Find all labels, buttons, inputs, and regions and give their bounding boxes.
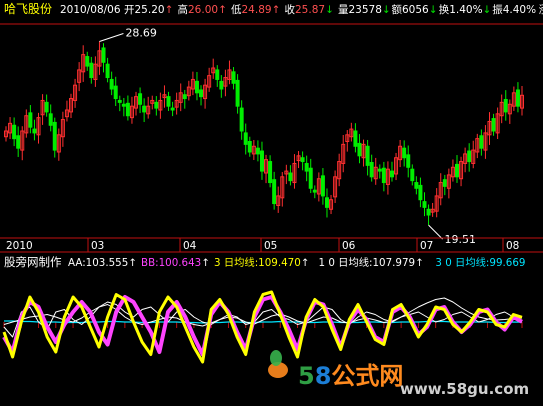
candle-body bbox=[113, 85, 118, 100]
candle-body bbox=[125, 102, 130, 117]
candle-body bbox=[170, 107, 175, 111]
candle-body bbox=[414, 182, 419, 189]
candle-body bbox=[402, 147, 407, 159]
time-axis-label-5: 07 bbox=[420, 240, 433, 252]
candle-body bbox=[365, 145, 370, 166]
quote-stat-2: 低24.89↑ bbox=[231, 3, 280, 16]
candle-body bbox=[138, 93, 143, 105]
candle-body bbox=[239, 107, 244, 132]
candle-body bbox=[142, 105, 147, 113]
time-axis-label-3: 05 bbox=[264, 240, 277, 252]
candle-body bbox=[44, 101, 49, 113]
candle-body bbox=[353, 130, 358, 147]
candle-body bbox=[215, 69, 220, 80]
candle-body bbox=[467, 150, 472, 163]
candle-body bbox=[410, 168, 415, 182]
indicator-value-0: AA:103.555↑ bbox=[68, 257, 137, 269]
candle-body bbox=[312, 189, 317, 193]
time-axis-label-2: 04 bbox=[183, 240, 197, 252]
candle-body bbox=[182, 94, 187, 100]
stock-name: 哈飞股份 bbox=[4, 2, 52, 16]
candle-body bbox=[381, 167, 386, 184]
candle-body bbox=[324, 197, 329, 208]
candle-body bbox=[442, 179, 447, 187]
candle-body bbox=[320, 175, 325, 197]
candle-body bbox=[288, 172, 293, 182]
candle-body bbox=[255, 147, 260, 155]
chart-stage: 哈飞股份 2010/08/06 开25.20↑ 高26.00↑ 低24.89↑ 收25.… bbox=[0, 0, 543, 406]
quote-stat-0: 开25.20↑ bbox=[124, 4, 173, 16]
candle-body bbox=[357, 142, 362, 157]
candle-body bbox=[377, 168, 382, 172]
quote-stats-row: 2010/08/06 开25.20↑ 高26.00↑ 低24.89↑ 收25.87↓ 量2… bbox=[60, 3, 543, 16]
candle-body bbox=[515, 89, 520, 107]
indicator-value-2: 3 日均线:109.470↑ bbox=[214, 256, 309, 269]
candle-body bbox=[231, 71, 236, 84]
quote-stat-4: 量23578↓ bbox=[338, 4, 391, 16]
candle-body bbox=[105, 63, 110, 79]
candle-body bbox=[272, 179, 277, 205]
time-axis-label-6: 08 bbox=[506, 240, 519, 252]
candle-body bbox=[121, 103, 126, 107]
candle-body bbox=[235, 79, 240, 107]
quote-stat-3: 收25.87↓ bbox=[285, 3, 334, 16]
candle-body bbox=[89, 62, 94, 79]
watermark-brand: 58公式网 bbox=[298, 362, 403, 390]
quote-date: 2010/08/06 bbox=[60, 4, 121, 16]
quote-stat-1: 高26.00↑ bbox=[178, 3, 227, 16]
candle-body bbox=[300, 157, 305, 163]
candle-body bbox=[194, 80, 199, 94]
indicator-name: 股旁网制作 bbox=[4, 255, 62, 269]
candle-body bbox=[426, 208, 431, 216]
high-price-label: 28.69 bbox=[125, 26, 157, 39]
candle-body bbox=[101, 47, 106, 63]
candle-body bbox=[243, 132, 248, 145]
indicator-value-1: BB:100.643↑ bbox=[141, 257, 210, 269]
candle-body bbox=[16, 135, 21, 149]
indicator-value-4: 3 0 日均线:99.669 bbox=[435, 256, 525, 269]
candle-body bbox=[369, 162, 374, 178]
candle-body bbox=[48, 113, 53, 126]
candle-body bbox=[219, 80, 224, 90]
low-price-label: 19.51 bbox=[445, 233, 477, 246]
candle-body bbox=[117, 99, 122, 103]
candle-body bbox=[199, 89, 204, 98]
candle-body bbox=[32, 128, 37, 134]
candle-body bbox=[109, 78, 114, 90]
candle-body bbox=[28, 112, 33, 128]
time-axis-label-1: 03 bbox=[91, 240, 104, 252]
watermark-url: www.58gu.com bbox=[400, 380, 529, 398]
candle-body bbox=[491, 118, 496, 132]
candle-body bbox=[406, 154, 411, 168]
candle-body bbox=[85, 56, 90, 67]
candle-body bbox=[479, 135, 484, 149]
candle-body bbox=[247, 141, 252, 153]
quote-stat-6: 换1.40%↓ bbox=[439, 3, 492, 16]
candle-body bbox=[308, 167, 313, 189]
quote-stat-8: 涨(0.67)2. bbox=[539, 4, 543, 16]
candle-body bbox=[166, 96, 171, 107]
candle-body bbox=[154, 101, 159, 109]
indicator-value-3: 1 0 日均线:107.979↑ bbox=[319, 256, 424, 269]
time-axis-label-4: 06 bbox=[342, 240, 356, 252]
candle-body bbox=[52, 121, 57, 151]
candle-body bbox=[422, 201, 427, 208]
candle-body bbox=[12, 124, 17, 140]
candle-body bbox=[454, 163, 459, 178]
candle-body bbox=[503, 99, 508, 113]
candle-body bbox=[268, 161, 273, 184]
candle-body bbox=[389, 170, 394, 178]
candle-body bbox=[259, 150, 264, 172]
quote-stat-5: 额6056↓ bbox=[392, 3, 438, 16]
candle-body bbox=[304, 162, 309, 172]
indicator-values-row: AA:103.555↑ BB:100.643↑ 3 日均线:109.470↑ 1 0 … bbox=[68, 256, 525, 269]
quote-stat-7: 振4.40% bbox=[492, 3, 536, 16]
candle-body bbox=[418, 184, 423, 201]
time-axis-label-0: 2010 bbox=[6, 240, 33, 252]
